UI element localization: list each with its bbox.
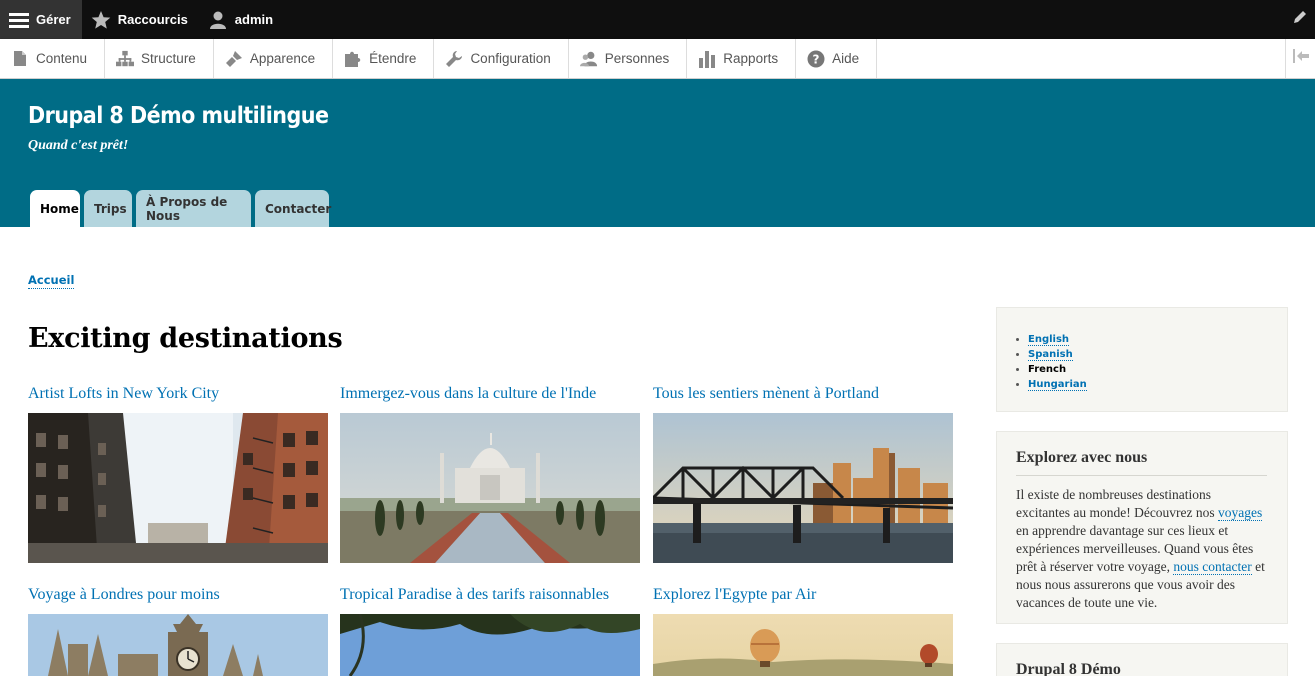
card-title-new-york[interactable]: Artist Lofts in New York City [28, 385, 219, 403]
sitemap-icon [116, 50, 135, 68]
voyages-link[interactable]: voyages [1218, 505, 1263, 521]
bar-chart-icon [698, 50, 716, 68]
tab-trips[interactable]: Trips [84, 190, 132, 227]
tray-label: Étendre [369, 51, 417, 66]
tray-item-rapports[interactable]: Rapports [687, 39, 797, 78]
tab-home[interactable]: Home [30, 190, 80, 227]
tray-orientation-toggle[interactable] [1285, 39, 1315, 78]
paintbrush-icon [225, 50, 243, 68]
language-item: French [1028, 362, 1287, 377]
manage-button[interactable]: Gérer [0, 0, 82, 39]
tray-label: Aide [832, 51, 860, 66]
site-header: Drupal 8 Démo multilingue Quand c'est pr… [0, 79, 1315, 227]
tray-item-configuration[interactable]: Configuration [434, 39, 569, 78]
shortcuts-button[interactable]: Raccourcis [82, 0, 199, 39]
user-label: admin [234, 12, 274, 27]
tray-label: Configuration [470, 51, 551, 66]
explore-text: Il existe de nombreuses destinations exc… [1016, 487, 1219, 520]
language-spanish-link[interactable]: Spanish [1028, 349, 1073, 361]
tray-item-structure[interactable]: Structure [105, 39, 214, 78]
shortcuts-label: Raccourcis [117, 12, 188, 27]
manage-label: Gérer [36, 12, 71, 27]
tab-a-propos[interactable]: À Propos de Nous [136, 190, 251, 227]
user-icon [208, 10, 228, 30]
explore-block-body: Il existe de nombreuses destinations exc… [997, 476, 1287, 612]
card-image-new-york[interactable] [28, 413, 328, 563]
card-title-egypte[interactable]: Explorez l'Egypte par Air [653, 586, 816, 604]
demo-block-title: Drupal 8 Démo [1016, 661, 1121, 676]
card-image-tropical[interactable] [340, 614, 640, 676]
people-icon [579, 50, 598, 68]
tray-item-contenu[interactable]: Contenu [0, 39, 106, 78]
user-button[interactable]: admin [199, 0, 284, 39]
tray-label: Personnes [604, 51, 670, 66]
tray-item-etendre[interactable]: Étendre [333, 39, 435, 78]
explore-block-title: Explorez avec nous [1016, 449, 1148, 466]
language-switcher-block: English Spanish French Hungarian [996, 307, 1288, 412]
tray-item-apparence[interactable]: Apparence [214, 39, 334, 78]
breadcrumb-home[interactable]: Accueil [28, 273, 75, 289]
card-title-londres[interactable]: Voyage à Londres pour moins [28, 586, 220, 604]
star-icon [91, 10, 111, 30]
tray-label: Rapports [723, 51, 779, 66]
card-title-tropical[interactable]: Tropical Paradise à des tarifs raisonnab… [340, 586, 609, 604]
language-item: Hungarian [1028, 377, 1287, 392]
tab-contacter[interactable]: Contacter [255, 190, 331, 227]
admin-toolbar: Gérer Raccourcis admin [0, 0, 1315, 39]
language-english-link[interactable]: English [1028, 334, 1070, 346]
help-icon: ? [807, 50, 825, 68]
file-icon [11, 50, 29, 68]
site-name[interactable]: Drupal 8 Démo multilingue [28, 103, 329, 129]
edit-button[interactable] [1285, 0, 1315, 39]
puzzle-icon [344, 50, 362, 68]
main-menu: Home Trips À Propos de Nous Contacter [30, 190, 333, 227]
site-slogan: Quand c'est prêt! [28, 138, 129, 153]
language-hungarian-link[interactable]: Hungarian [1028, 379, 1087, 391]
wrench-icon [445, 50, 463, 68]
page-title: Exciting destinations [28, 323, 343, 354]
hamburger-icon [9, 10, 29, 30]
language-item: English [1028, 332, 1287, 347]
admin-tray: Contenu Structure Apparence Étendre Conf… [0, 39, 1315, 79]
card-title-inde[interactable]: Immergez-vous dans la culture de l'Inde [340, 385, 596, 403]
tray-label: Structure [141, 51, 196, 66]
card-title-portland[interactable]: Tous les sentiers mènent à Portland [653, 385, 879, 403]
card-image-portland[interactable] [653, 413, 953, 563]
tray-item-personnes[interactable]: Personnes [569, 39, 688, 78]
card-image-londres[interactable] [28, 614, 328, 676]
tray-item-aide[interactable]: ? Aide [796, 39, 878, 78]
card-image-inde[interactable] [340, 413, 640, 563]
collapse-left-icon [1292, 49, 1310, 68]
demo-block: Drupal 8 Démo [996, 643, 1288, 676]
contact-link[interactable]: nous contacter [1173, 559, 1252, 575]
explore-block: Explorez avec nous Il existe de nombreus… [996, 431, 1288, 624]
card-image-egypte[interactable] [653, 614, 953, 676]
pencil-icon [1292, 9, 1308, 30]
language-list: English Spanish French Hungarian [997, 308, 1287, 392]
language-item: Spanish [1028, 347, 1287, 362]
language-french-current: French [1028, 364, 1067, 375]
svg-text:?: ? [813, 52, 820, 66]
tray-label: Apparence [249, 51, 316, 66]
tray-label: Contenu [36, 51, 88, 66]
